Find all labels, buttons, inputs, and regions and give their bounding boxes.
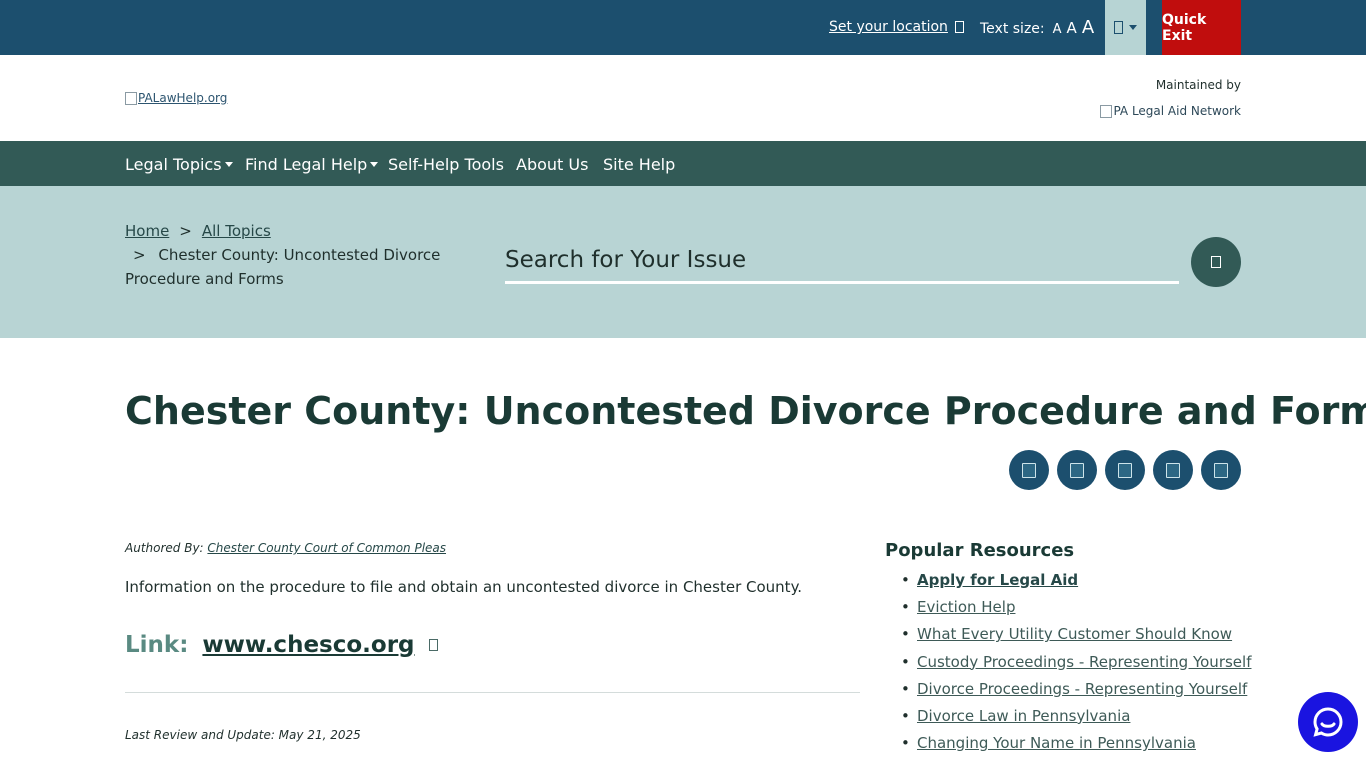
share-icon: [1214, 462, 1228, 478]
network-logo-image: [1100, 104, 1113, 118]
site-logo-image: [125, 91, 137, 105]
text-size-large-button[interactable]: A: [1082, 17, 1094, 38]
twitter-icon: [1070, 462, 1084, 478]
email-icon: [1118, 462, 1132, 478]
facebook-icon: [1022, 462, 1036, 478]
last-review-date: Last Review and Update: May 21, 2025: [125, 728, 361, 742]
authored-by-label: Authored By:: [125, 541, 204, 555]
chat-icon: [1313, 707, 1343, 737]
resource-link-divorce-proceedings[interactable]: Divorce Proceedings - Representing Yours…: [917, 680, 1247, 698]
share-twitter-button[interactable]: [1057, 450, 1097, 490]
breadcrumb-home-link[interactable]: Home: [125, 222, 169, 240]
breadcrumb-separator: >: [133, 246, 146, 264]
list-item: Changing Your Name in Pennsylvania: [901, 733, 1251, 760]
resource-link-apply-legal-aid[interactable]: Apply for Legal Aid: [917, 571, 1078, 589]
nav-self-help-tools[interactable]: Self-Help Tools: [388, 155, 504, 174]
language-dropdown-button[interactable]: [1105, 0, 1146, 55]
page-title: Chester County: Uncontested Divorce Proc…: [125, 389, 1366, 433]
language-icon: [1114, 21, 1123, 34]
network-logo-link[interactable]: PA Legal Aid Network: [1100, 104, 1241, 118]
breadcrumb-current-page: Chester County: Uncontested Divorce Proc…: [125, 246, 441, 288]
text-size-label: Text size:: [980, 21, 1045, 37]
authored-by: Authored By: Chester County Court of Com…: [125, 541, 446, 555]
popular-resources-list: Apply for Legal Aid Eviction Help What E…: [901, 570, 1251, 760]
resource-external-link[interactable]: www.chesco.org: [202, 632, 414, 658]
chevron-down-icon: [224, 162, 233, 167]
link-label: Link:: [125, 632, 189, 658]
list-item: What Every Utility Customer Should Know: [901, 624, 1251, 651]
search-input-label: Search for Your Issue: [505, 247, 747, 273]
search-button[interactable]: [1191, 237, 1241, 287]
search-icon: [1211, 256, 1221, 268]
resource-link-eviction-help[interactable]: Eviction Help: [917, 598, 1015, 616]
list-item: Divorce Proceedings - Representing Yours…: [901, 679, 1251, 706]
nav-item-label: Find Legal Help: [245, 155, 368, 174]
network-logo-alt: PA Legal Aid Network: [1113, 104, 1241, 118]
author-link[interactable]: Chester County Court of Common Pleas: [207, 541, 446, 555]
breadcrumb-separator: >: [179, 222, 192, 240]
breadcrumb-all-topics-link[interactable]: All Topics: [202, 222, 271, 240]
resource-link-divorce-law[interactable]: Divorce Law in Pennsylvania: [917, 707, 1130, 725]
breadcrumb-search-band: Home > All Topics > Chester County: Uncont…: [0, 186, 1366, 338]
resource-link-custody-proceedings[interactable]: Custody Proceedings - Representing Yours…: [917, 653, 1251, 671]
set-location-label: Set your location: [829, 19, 948, 35]
nav-site-help[interactable]: Site Help: [603, 155, 675, 174]
site-logo-link[interactable]: PALawHelp.org: [125, 91, 227, 105]
resource-link-row: Link: www.chesco.org: [125, 632, 438, 658]
text-size-medium-button[interactable]: A: [1067, 19, 1077, 37]
share-buttons: [1009, 450, 1241, 490]
search-input[interactable]: Search for Your Issue: [505, 244, 1179, 284]
chevron-down-icon: [1129, 25, 1137, 30]
utility-bar: Set your location Text size: A A A Quick…: [0, 0, 1366, 55]
nav-item-label: Legal Topics: [125, 155, 222, 174]
chevron-down-icon: [370, 162, 379, 167]
list-item: Custody Proceedings - Representing Yours…: [901, 652, 1251, 679]
print-button[interactable]: [1153, 450, 1193, 490]
breadcrumb: Home > All Topics > Chester County: Uncont…: [125, 219, 445, 291]
list-item: Apply for Legal Aid: [901, 570, 1251, 597]
resource-link-utility-customer[interactable]: What Every Utility Customer Should Know: [917, 625, 1232, 643]
share-facebook-button[interactable]: [1009, 450, 1049, 490]
content-divider: [125, 692, 860, 693]
nav-find-legal-help[interactable]: Find Legal Help: [245, 155, 379, 174]
text-size-control: Text size: A A A: [980, 17, 1094, 38]
quick-exit-button[interactable]: Quick Exit: [1162, 0, 1241, 55]
location-icon: [954, 21, 964, 33]
external-link-icon: [428, 639, 438, 651]
main-navigation: Legal Topics Find Legal Help Self-Help T…: [0, 141, 1366, 186]
chat-button[interactable]: [1298, 692, 1358, 752]
nav-about-us[interactable]: About Us: [516, 155, 588, 174]
site-logo-alt: PALawHelp.org: [138, 91, 228, 105]
set-location-link[interactable]: Set your location: [829, 19, 964, 35]
share-more-button[interactable]: [1201, 450, 1241, 490]
text-size-small-button[interactable]: A: [1053, 22, 1062, 37]
resource-description: Information on the procedure to file and…: [125, 578, 803, 596]
share-email-button[interactable]: [1105, 450, 1145, 490]
list-item: Divorce Law in Pennsylvania: [901, 706, 1251, 733]
list-item: Eviction Help: [901, 597, 1251, 624]
resource-link-changing-name[interactable]: Changing Your Name in Pennsylvania: [917, 734, 1196, 752]
nav-legal-topics[interactable]: Legal Topics: [125, 155, 233, 174]
popular-resources-heading: Popular Resources: [885, 540, 1075, 561]
print-icon: [1166, 462, 1180, 478]
maintained-by-label: Maintained by: [1155, 78, 1241, 92]
